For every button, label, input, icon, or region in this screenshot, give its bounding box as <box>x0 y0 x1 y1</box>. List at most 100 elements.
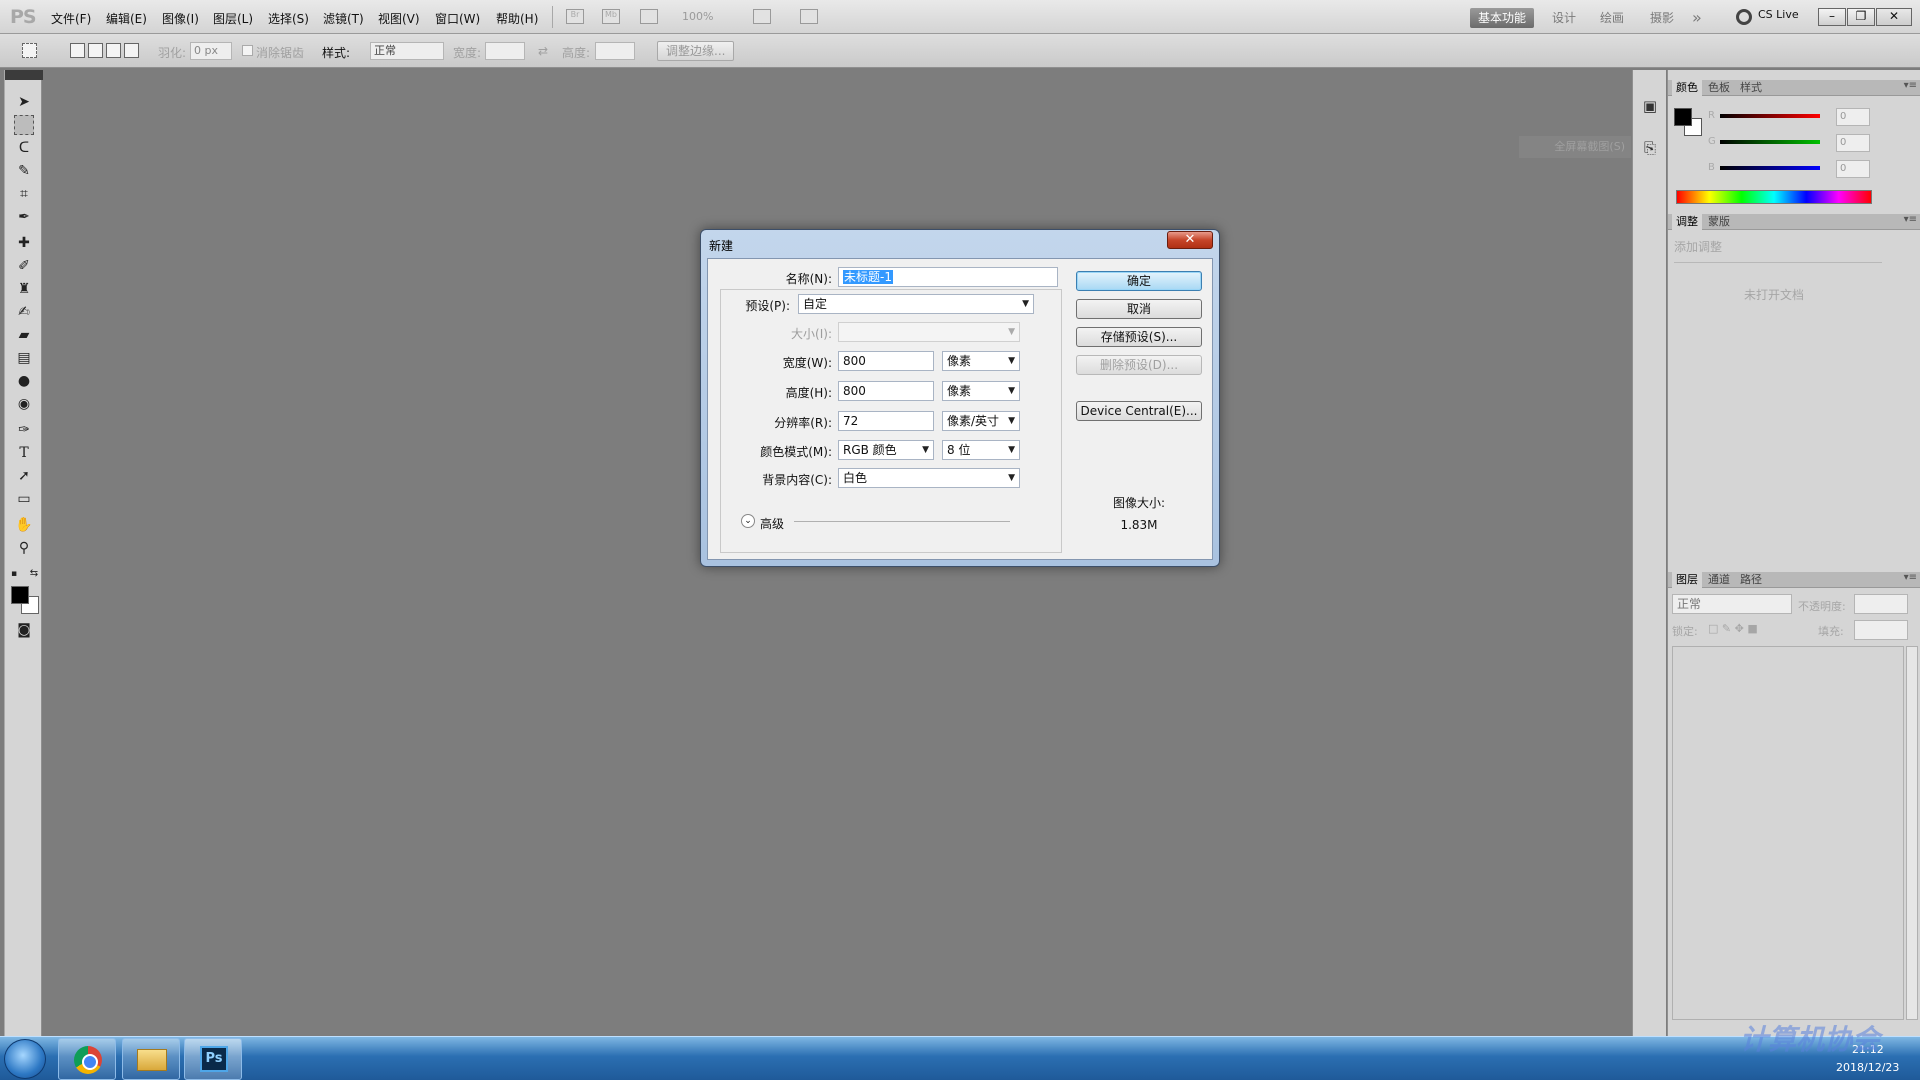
workspace-design[interactable]: 设计 <box>1544 8 1584 28</box>
intersect-selection-icon[interactable] <box>124 43 139 58</box>
cancel-button[interactable]: 取消 <box>1076 299 1202 319</box>
menu-edit[interactable]: 编辑(E) <box>106 10 147 27</box>
blue-value[interactable]: 0 <box>1836 160 1870 178</box>
background-select[interactable]: 白色 ▼ <box>838 468 1020 488</box>
menu-window[interactable]: 窗口(W) <box>435 10 480 27</box>
feather-input[interactable]: 0 px <box>190 42 232 60</box>
menu-layer[interactable]: 图层(L) <box>213 10 253 27</box>
width-input[interactable] <box>485 42 525 60</box>
subtract-selection-icon[interactable] <box>106 43 121 58</box>
tab-channels[interactable]: 通道 <box>1704 572 1734 588</box>
hand-tool-icon[interactable]: ✋ <box>14 515 34 535</box>
arrange-documents-icon[interactable] <box>753 9 771 24</box>
cs-live-icon[interactable] <box>1736 9 1752 25</box>
save-preset-button[interactable]: 存储预设(S)... <box>1076 327 1202 347</box>
color-mode-select[interactable]: RGB 颜色 ▼ <box>838 440 934 460</box>
more-workspaces-icon[interactable]: » <box>1684 8 1710 28</box>
marquee-preset-icon[interactable] <box>22 43 37 58</box>
close-window-button[interactable]: ✕ <box>1876 8 1912 26</box>
advanced-label[interactable]: 高级 <box>760 515 784 532</box>
refine-edge-button[interactable]: 调整边缘... <box>657 41 735 61</box>
tab-styles[interactable]: 样式 <box>1736 80 1766 96</box>
tab-color[interactable]: 颜色 <box>1672 80 1702 96</box>
eraser-tool-icon[interactable]: ▰ <box>14 325 34 345</box>
path-select-tool-icon[interactable]: ➚ <box>14 466 34 486</box>
collapsed-panel-tab[interactable]: 全屏幕截图(S) <box>1519 136 1631 158</box>
move-tool-icon[interactable]: ➤ <box>14 92 34 112</box>
name-input[interactable]: 未标题-1 <box>838 267 1058 287</box>
swap-icon[interactable]: ⇄ <box>538 44 548 58</box>
start-button[interactable] <box>4 1039 46 1079</box>
navigator-icon[interactable]: ▣ <box>1640 96 1660 116</box>
healing-brush-tool-icon[interactable]: ✚ <box>14 233 34 253</box>
red-slider[interactable]: R 0 <box>1708 108 1878 128</box>
preset-select[interactable]: 自定 ▼ <box>798 294 1034 314</box>
dodge-tool-icon[interactable]: ◉ <box>14 394 34 414</box>
clone-stamp-tool-icon[interactable]: ♜ <box>14 279 34 299</box>
fill-input[interactable] <box>1854 620 1908 640</box>
blue-slider[interactable]: B 0 <box>1708 160 1878 180</box>
quick-mask-icon[interactable]: ◙ <box>14 620 34 640</box>
antialias-checkbox[interactable] <box>242 45 253 56</box>
blur-tool-icon[interactable]: ● <box>14 371 34 391</box>
menu-select[interactable]: 选择(S) <box>268 10 309 27</box>
color-fg-swatch[interactable] <box>1674 108 1692 126</box>
height-input[interactable]: 800 <box>838 381 934 401</box>
opacity-input[interactable] <box>1854 594 1908 614</box>
default-colors-icon[interactable]: ▪ <box>7 564 21 584</box>
style-select[interactable]: 正常 <box>370 42 444 60</box>
dialog-close-button[interactable]: ✕ <box>1167 231 1213 249</box>
blue-slider-bar[interactable] <box>1720 166 1820 170</box>
green-slider[interactable]: G 0 <box>1708 134 1878 154</box>
history-brush-tool-icon[interactable]: ✍ <box>14 302 34 322</box>
menu-help[interactable]: 帮助(H) <box>496 10 538 27</box>
tab-masks[interactable]: 蒙版 <box>1704 214 1734 230</box>
shape-tool-icon[interactable]: ▭ <box>14 489 34 509</box>
panel-menu-icon[interactable]: ▾≡ <box>1904 572 1917 583</box>
zoom-level[interactable]: 100% <box>682 10 713 23</box>
height-input[interactable] <box>595 42 635 60</box>
green-value[interactable]: 0 <box>1836 134 1870 152</box>
pen-tool-icon[interactable]: ✑ <box>14 420 34 440</box>
advanced-toggle-icon[interactable]: ⌄ <box>741 514 755 528</box>
cs-live-button[interactable]: CS Live <box>1758 8 1799 21</box>
screen-mode-icon[interactable] <box>800 9 818 24</box>
gradient-tool-icon[interactable]: ▤ <box>14 348 34 368</box>
color-spectrum-bar[interactable] <box>1676 190 1872 204</box>
layers-list[interactable] <box>1672 646 1904 1020</box>
view-extras-icon[interactable] <box>640 9 658 24</box>
tab-layers[interactable]: 图层 <box>1672 572 1702 588</box>
restore-button[interactable]: ❐ <box>1847 8 1875 26</box>
taskbar-photoshop[interactable]: Ps <box>184 1038 242 1080</box>
width-input[interactable]: 800 <box>838 351 934 371</box>
taskbar-explorer[interactable] <box>122 1038 180 1080</box>
marquee-tool-icon[interactable] <box>14 115 34 135</box>
zoom-tool-icon[interactable]: ⚲ <box>14 538 34 558</box>
workspace-basic[interactable]: 基本功能 <box>1470 8 1535 28</box>
workspace-painting[interactable]: 绘画 <box>1592 8 1632 28</box>
minimize-button[interactable]: – <box>1818 8 1846 26</box>
history-icon[interactable]: ⎘ <box>1640 138 1660 158</box>
device-central-button[interactable]: Device Central(E)... <box>1076 401 1202 421</box>
menu-view[interactable]: 视图(V) <box>378 10 420 27</box>
bit-depth-select[interactable]: 8 位 ▼ <box>942 440 1020 460</box>
crop-tool-icon[interactable]: ⌗ <box>14 184 34 204</box>
new-selection-icon[interactable] <box>70 43 85 58</box>
workspace-photography[interactable]: 摄影 <box>1642 8 1682 28</box>
mini-bridge-icon[interactable]: Mb <box>602 9 620 24</box>
ok-button[interactable]: 确定 <box>1076 271 1202 291</box>
width-unit-select[interactable]: 像素 ▼ <box>942 351 1020 371</box>
tab-paths[interactable]: 路径 <box>1736 572 1766 588</box>
delete-preset-button[interactable]: 删除预设(D)... <box>1076 355 1202 375</box>
brush-tool-icon[interactable]: ✐ <box>14 256 34 276</box>
tab-swatches[interactable]: 色板 <box>1704 80 1734 96</box>
add-selection-icon[interactable] <box>88 43 103 58</box>
red-slider-bar[interactable] <box>1720 114 1820 118</box>
toolbox-header[interactable] <box>5 70 43 80</box>
menu-filter[interactable]: 滤镜(T) <box>323 10 364 27</box>
menu-file[interactable]: 文件(F) <box>51 10 91 27</box>
eyedropper-tool-icon[interactable]: ✒ <box>14 207 34 227</box>
menu-image[interactable]: 图像(I) <box>162 10 199 27</box>
panel-menu-icon[interactable]: ▾≡ <box>1904 214 1917 225</box>
red-value[interactable]: 0 <box>1836 108 1870 126</box>
